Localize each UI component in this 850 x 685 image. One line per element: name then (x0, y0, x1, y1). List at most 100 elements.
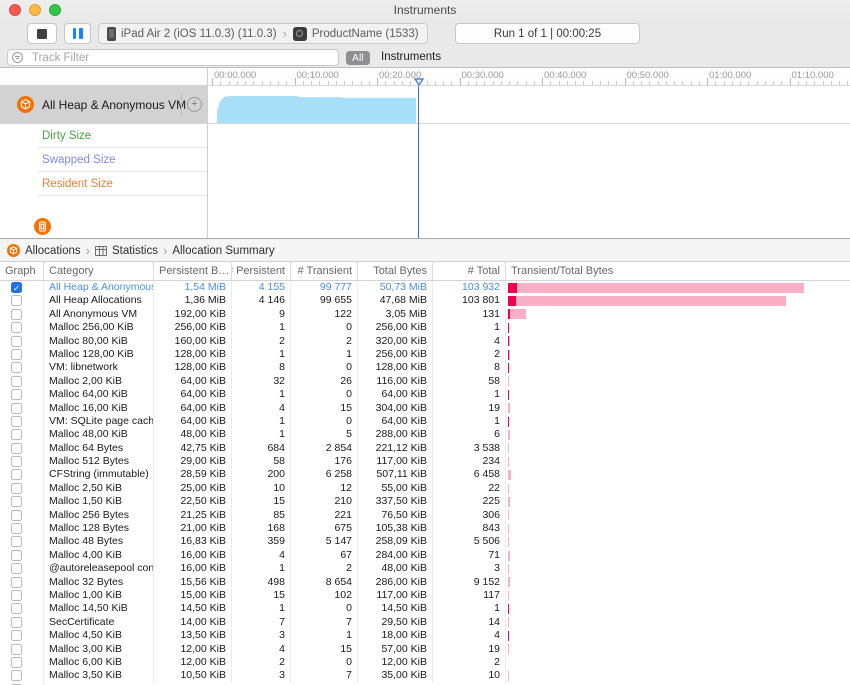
total-bytes-cell: 116,00 KiB (358, 375, 433, 388)
graph-checkbox[interactable] (11, 483, 22, 494)
stop-button[interactable] (27, 23, 57, 44)
graph-checkbox[interactable] (11, 349, 22, 360)
table-row[interactable]: Malloc 16,00 KiB64,00 KiB415304,00 KiB19 (0, 402, 850, 415)
table-row[interactable]: VM: libnetwork128,00 KiB80128,00 KiB8 (0, 361, 850, 374)
pause-button[interactable] (64, 23, 91, 44)
graph-checkbox[interactable] (11, 403, 22, 414)
swapped-size-lane-plot[interactable] (207, 148, 850, 172)
graph-checkbox[interactable] (11, 429, 22, 440)
table-row[interactable]: Malloc 1,00 KiB15,00 KiB15102117,00 KiB1… (0, 589, 850, 602)
add-instrument-button[interactable]: + (187, 97, 202, 112)
table-row[interactable]: Malloc 256,00 KiB256,00 KiB10256,00 KiB1 (0, 321, 850, 334)
transient-total-bar (508, 510, 850, 520)
graph-checkbox[interactable] (11, 336, 22, 347)
table-row[interactable]: Malloc 48 Bytes16,83 KiB3595 147258,09 K… (0, 535, 850, 548)
graph-checkbox[interactable] (11, 456, 22, 467)
graph-checkbox[interactable] (11, 416, 22, 427)
table-row[interactable]: Malloc 128 Bytes21,00 KiB168675105,38 Ki… (0, 522, 850, 535)
table-row[interactable]: Malloc 3,50 KiB10,50 KiB3735,00 KiB10 (0, 669, 850, 682)
vm-lane-dirty[interactable]: Dirty Size (0, 124, 850, 148)
table-row[interactable]: Malloc 256 Bytes21,25 KiB8522176,50 KiB3… (0, 509, 850, 522)
column-header-category[interactable]: Category (44, 262, 154, 280)
filter-scope-instruments-button[interactable]: Instruments (381, 51, 441, 63)
column-header-num-persistent[interactable]: # Persistent (232, 262, 291, 280)
table-row[interactable]: Malloc 512 Bytes29,00 KiB58176117,00 KiB… (0, 455, 850, 468)
table-row[interactable]: CFString (immutable)28,59 KiB2006 258507… (0, 468, 850, 481)
column-header-persistent-bytes[interactable]: Persistent B… ∨ (154, 262, 232, 280)
track-filter-input[interactable] (7, 49, 339, 66)
breadcrumb-item-statistics[interactable]: Statistics (112, 245, 158, 257)
graph-checkbox[interactable] (11, 443, 22, 454)
breadcrumb-item-allocations[interactable]: Allocations (25, 245, 81, 257)
category-cell: All Heap & Anonymous V… (44, 281, 154, 294)
graph-checkbox[interactable] (11, 590, 22, 601)
allocations-track-lane[interactable] (207, 86, 850, 123)
transient-total-bar-cell (506, 643, 850, 656)
table-row[interactable]: Malloc 128,00 KiB128,00 KiB11256,00 KiB2 (0, 348, 850, 361)
table-row[interactable]: Malloc 1,50 KiB22,50 KiB15210337,50 KiB2… (0, 495, 850, 508)
breadcrumb: Allocations › Statistics › Allocation Su… (0, 240, 850, 262)
graph-checkbox[interactable] (11, 322, 22, 333)
column-header-num-total[interactable]: # Total (433, 262, 506, 280)
graph-checkbox[interactable] (11, 617, 22, 628)
table-row[interactable]: Malloc 6,00 KiB12,00 KiB2012,00 KiB2 (0, 656, 850, 669)
column-header-num-transient[interactable]: # Transient (291, 262, 358, 280)
transient-total-bar (508, 591, 850, 601)
time-ruler[interactable]: 00:00.00000:10.00000:20.00000:30.00000:4… (0, 68, 850, 86)
playhead-marker[interactable] (414, 78, 424, 86)
column-header-graph[interactable]: Graph (0, 262, 44, 280)
filter-scope-all-button[interactable]: All (346, 51, 370, 65)
graph-checkbox[interactable] (11, 603, 22, 614)
table-row[interactable]: Malloc 64 Bytes42,75 KiB6842 854221,12 K… (0, 442, 850, 455)
ruler-label: 00:30.000 (462, 70, 504, 81)
graph-checkbox[interactable] (11, 550, 22, 561)
table-row[interactable]: Malloc 4,00 KiB16,00 KiB467284,00 KiB71 (0, 549, 850, 562)
table-row[interactable]: Malloc 32 Bytes15,56 KiB4988 654286,00 K… (0, 576, 850, 589)
table-row[interactable]: @autoreleasepool content16,00 KiB1248,00… (0, 562, 850, 575)
graph-checkbox[interactable] (11, 630, 22, 641)
graph-checkbox[interactable] (11, 362, 22, 373)
graph-checkbox[interactable] (11, 670, 22, 681)
table-row[interactable]: Malloc 14,50 KiB14,50 KiB1014,50 KiB1 (0, 602, 850, 615)
table-row[interactable]: SecCertificate14,00 KiB7729,50 KiB14 (0, 616, 850, 629)
device-process-selector[interactable]: iPad Air 2 (iOS 11.0.3) (11.0.3) › Produ… (98, 23, 428, 44)
table-row[interactable]: Malloc 80,00 KiB160,00 KiB22320,00 KiB4 (0, 335, 850, 348)
table-row[interactable]: Malloc 48,00 KiB48,00 KiB15288,00 KiB6 (0, 428, 850, 441)
graph-checkbox[interactable] (11, 644, 22, 655)
table-row[interactable]: All Heap & Anonymous V…1,54 MiB4 15599 7… (0, 281, 850, 294)
resident-size-lane-plot[interactable] (207, 172, 850, 196)
graph-checkbox[interactable] (11, 389, 22, 400)
graph-checkbox[interactable] (11, 563, 22, 574)
table-row[interactable]: VM: SQLite page cache64,00 KiB1064,00 Ki… (0, 415, 850, 428)
graph-checkbox[interactable] (11, 523, 22, 534)
table-row[interactable]: All Anonymous VM192,00 KiB91223,05 MiB13… (0, 308, 850, 321)
graph-checkbox[interactable] (11, 376, 22, 387)
track-allocations[interactable]: All Heap & Anonymous VM + (0, 86, 850, 124)
column-header-transient-total-bytes[interactable]: Transient/Total Bytes (506, 262, 850, 280)
graph-checkbox[interactable] (11, 657, 22, 668)
graph-checkbox[interactable] (11, 295, 22, 306)
graph-checkbox[interactable] (11, 510, 22, 521)
breadcrumb-item-allocation-summary[interactable]: Allocation Summary (172, 245, 274, 257)
graph-checkbox[interactable] (11, 496, 22, 507)
column-header-total-bytes[interactable]: Total Bytes (358, 262, 433, 280)
graph-checkbox[interactable] (11, 282, 22, 293)
vm-lane-swapped[interactable]: Swapped Size (0, 148, 850, 172)
graph-checkbox[interactable] (11, 309, 22, 320)
table-row[interactable]: Malloc 3,00 KiB12,00 KiB41557,00 KiB19 (0, 643, 850, 656)
table-row[interactable]: Malloc 4,50 KiB13,50 KiB3118,00 KiB4 (0, 629, 850, 642)
num-persistent-cell: 3 (232, 629, 291, 642)
vm-lane-resident[interactable]: Resident Size (0, 172, 850, 196)
persistent-bytes-cell: 15,00 KiB (154, 589, 232, 602)
graph-checkbox[interactable] (11, 577, 22, 588)
graph-checkbox[interactable] (11, 469, 22, 480)
persistent-bytes-cell: 14,50 KiB (154, 602, 232, 615)
table-row[interactable]: Malloc 2,00 KiB64,00 KiB3226116,00 KiB58 (0, 375, 850, 388)
dirty-size-lane-plot[interactable] (207, 124, 850, 148)
track-allocations-header[interactable]: All Heap & Anonymous VM + (0, 86, 207, 123)
table-row[interactable]: Malloc 2,50 KiB25,00 KiB101255,00 KiB22 (0, 482, 850, 495)
table-row[interactable]: All Heap Allocations1,36 MiB4 14699 6554… (0, 294, 850, 307)
graph-checkbox[interactable] (11, 536, 22, 547)
playhead-line[interactable] (418, 86, 419, 238)
table-row[interactable]: Malloc 64,00 KiB64,00 KiB1064,00 KiB1 (0, 388, 850, 401)
